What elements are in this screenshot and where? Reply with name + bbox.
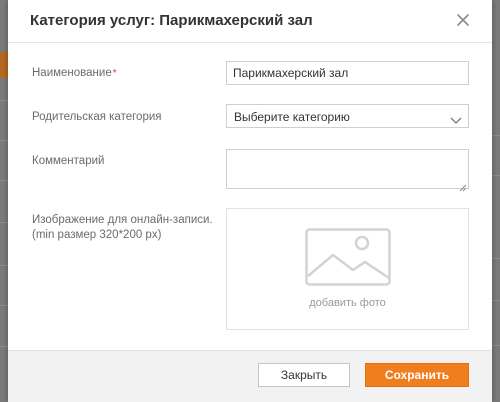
image-label-line2: (min размер 320*200 px) <box>32 229 162 241</box>
parent-category-select[interactable]: Выберите категорию <box>226 104 469 128</box>
backdrop-divider <box>0 140 8 141</box>
backdrop-divider <box>492 258 500 259</box>
parent-category-label: Родительская категория <box>32 111 162 123</box>
image-placeholder-icon <box>305 228 391 291</box>
backdrop-divider <box>0 346 8 347</box>
modal-title: Категория услуг: Парикмахерский зал <box>30 12 313 29</box>
backdrop-divider <box>0 305 8 306</box>
category-modal: Категория услуг: Парикмахерский зал Наим… <box>8 0 492 402</box>
backdrop-divider <box>0 265 8 266</box>
backdrop-divider <box>0 222 8 223</box>
image-upload-area[interactable]: добавить фото <box>226 208 469 330</box>
comment-label: Комментарий <box>32 155 105 167</box>
backdrop-divider <box>492 175 500 176</box>
name-label-text: Наименование <box>32 67 112 79</box>
modal-footer: Закрыть Сохранить <box>8 350 492 402</box>
image-label: Изображение для онлайн-записи. (min разм… <box>32 213 213 243</box>
parent-category-value: Выберите категорию <box>234 110 350 124</box>
backdrop-divider <box>0 180 8 181</box>
name-label: Наименование* <box>32 66 117 81</box>
required-mark: * <box>112 68 117 79</box>
backdrop-active-row <box>0 52 8 78</box>
close-button[interactable]: Закрыть <box>258 363 350 387</box>
comment-textarea[interactable] <box>226 149 469 189</box>
backdrop-divider <box>492 300 500 301</box>
resize-grip-icon[interactable] <box>459 179 467 197</box>
add-photo-label: добавить фото <box>309 297 386 309</box>
backdrop-divider <box>492 135 500 136</box>
name-input[interactable] <box>226 61 469 85</box>
chevron-down-icon <box>450 112 462 130</box>
backdrop-divider <box>492 345 500 346</box>
save-button[interactable]: Сохранить <box>365 363 469 387</box>
modal-header: Категория услуг: Парикмахерский зал <box>8 0 492 43</box>
close-icon[interactable] <box>454 11 472 29</box>
backdrop-divider <box>0 100 8 101</box>
image-label-line1: Изображение для онлайн-записи. <box>32 214 213 226</box>
